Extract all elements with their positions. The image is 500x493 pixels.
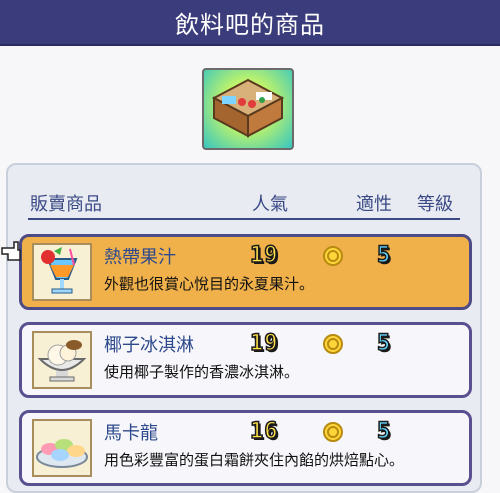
header-divider	[28, 218, 460, 220]
product-description: 使用椰子製作的香濃冰淇淋。	[104, 363, 300, 381]
tropical-juice-icon	[32, 243, 92, 301]
product-row-macaron[interactable]: 馬卡龍 用色彩豐富的蛋白霜餅夾住內餡的烘焙點心。 16 5	[19, 410, 472, 486]
popularity-value: 19	[249, 330, 279, 357]
column-header-product: 販賣商品	[30, 194, 102, 215]
affinity-circle-icon	[323, 334, 343, 354]
product-description: 用色彩豐富的蛋白霜餅夾住內餡的烘焙點心。	[104, 451, 405, 469]
product-row-coconut-ice-cream[interactable]: 椰子冰淇淋 使用椰子製作的香濃冰淇淋。 19 5	[19, 322, 472, 398]
level-value: 5	[376, 242, 391, 269]
popularity-value: 19	[249, 242, 279, 269]
page-title: 飲料吧的商品	[0, 0, 500, 46]
product-name: 椰子冰淇淋	[104, 335, 194, 356]
product-name: 熱帶果汁	[104, 247, 176, 268]
affinity-circle-icon	[323, 422, 343, 442]
column-header-affinity: 適性	[356, 194, 392, 215]
drink-bar-shop-icon	[202, 68, 294, 150]
product-row-tropical-juice[interactable]: 熱帶果汁 外觀也很賞心悅目的永夏果汁。 19 5	[19, 234, 472, 310]
product-description: 外觀也很賞心悅目的永夏果汁。	[104, 275, 315, 293]
affinity-circle-icon	[323, 246, 343, 266]
popularity-value: 16	[249, 418, 279, 445]
column-header-level: 等級	[417, 194, 453, 215]
level-value: 5	[376, 330, 391, 357]
column-header-popularity: 人氣	[252, 194, 288, 215]
product-name: 馬卡龍	[104, 423, 158, 444]
macaron-icon	[32, 419, 92, 477]
coconut-ice-cream-icon	[32, 331, 92, 389]
pointing-hand-cursor-icon	[1, 241, 21, 261]
level-value: 5	[376, 418, 391, 445]
